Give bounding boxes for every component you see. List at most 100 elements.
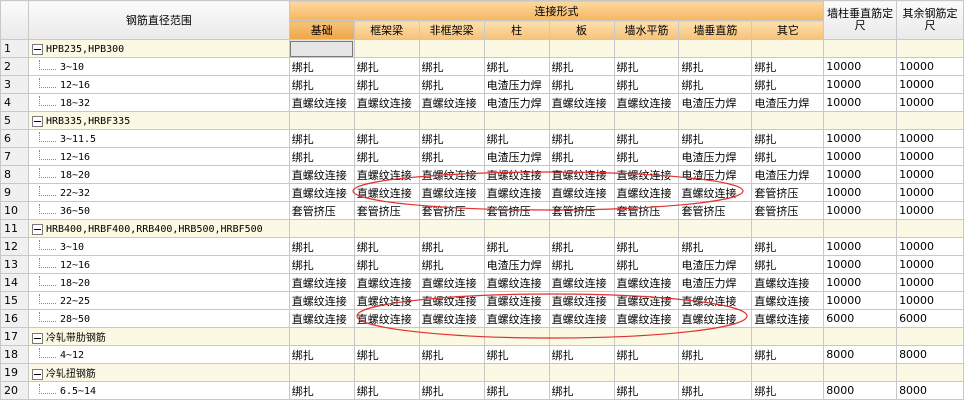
row-number[interactable]: 2: [0, 57, 29, 76]
diameter-range-cell[interactable]: 28~50: [27, 309, 290, 328]
connection-cell[interactable]: [418, 111, 485, 130]
connection-cell[interactable]: [678, 111, 753, 130]
group-row[interactable]: 1 HPB235,HPB300: [0, 39, 964, 58]
connection-cell[interactable]: 电渣压力焊: [483, 93, 550, 112]
connection-cell[interactable]: [288, 111, 355, 130]
connection-cell[interactable]: 套管挤压: [751, 183, 825, 202]
connection-cell[interactable]: 绑扎: [418, 57, 485, 76]
connection-cell[interactable]: 绑扎: [751, 75, 825, 94]
connection-cell[interactable]: 绑扎: [678, 345, 753, 364]
connection-cell[interactable]: 直螺纹连接: [353, 93, 420, 112]
connection-cell[interactable]: 直螺纹连接: [751, 309, 825, 328]
subheader-3[interactable]: 柱: [483, 20, 550, 40]
connection-cell[interactable]: 绑扎: [353, 381, 420, 400]
other-length-cell[interactable]: 10000: [896, 255, 964, 274]
diameter-range-cell[interactable]: HPB235,HPB300: [27, 39, 290, 58]
connection-cell[interactable]: 套管挤压: [288, 201, 355, 220]
connection-cell[interactable]: 绑扎: [548, 345, 615, 364]
row-number[interactable]: 6: [0, 129, 29, 148]
connection-cell[interactable]: [678, 363, 753, 382]
other-length-cell[interactable]: 8000: [896, 345, 964, 364]
connection-cell[interactable]: 直螺纹连接: [288, 309, 355, 328]
connection-cell[interactable]: 电渣压力焊: [751, 93, 825, 112]
row-number[interactable]: 9: [0, 183, 29, 202]
connection-cell[interactable]: 绑扎: [678, 57, 753, 76]
subheader-2[interactable]: 非框架梁: [418, 20, 485, 40]
row-number[interactable]: 15: [0, 291, 29, 310]
subheader-5[interactable]: 墙水平筋: [613, 20, 680, 40]
diameter-range-cell[interactable]: 4~12: [27, 345, 290, 364]
connection-cell[interactable]: 绑扎: [678, 237, 753, 256]
connection-cell[interactable]: 直螺纹连接: [678, 309, 753, 328]
connection-cell[interactable]: 电渣压力焊: [678, 165, 753, 184]
other-length-cell[interactable]: 10000: [896, 201, 964, 220]
connection-cell[interactable]: 直螺纹连接: [613, 273, 680, 292]
connection-cell[interactable]: 绑扎: [613, 75, 680, 94]
wall-column-length-header[interactable]: 墙柱垂直筋定尺: [823, 0, 898, 40]
wall-column-length-cell[interactable]: [823, 39, 898, 58]
diameter-range-cell[interactable]: 12~16: [27, 255, 290, 274]
connection-cell[interactable]: 直螺纹连接: [613, 165, 680, 184]
diameter-range-cell[interactable]: 3~10: [27, 57, 290, 76]
connection-cell[interactable]: [751, 111, 825, 130]
connection-cell[interactable]: 直螺纹连接: [418, 93, 485, 112]
group-row[interactable]: 5 HRB335,HRBF335: [0, 111, 964, 130]
connection-cell[interactable]: 绑扎: [678, 381, 753, 400]
connection-cell[interactable]: [418, 327, 485, 346]
connection-cell[interactable]: 绑扎: [418, 255, 485, 274]
connection-cell[interactable]: [751, 327, 825, 346]
collapse-toggle-icon[interactable]: [31, 332, 43, 344]
diameter-range-cell[interactable]: 6.5~14: [27, 381, 290, 400]
wall-column-length-cell[interactable]: 10000: [823, 57, 898, 76]
table-row[interactable]: 14 18~20 直螺纹连接 直螺纹连接 直螺纹连接 直螺纹连接 直螺纹连接 直螺纹连接 电渣压…: [0, 273, 964, 292]
row-number[interactable]: 10: [0, 201, 29, 220]
connection-cell[interactable]: 套管挤压: [418, 201, 485, 220]
connection-cell[interactable]: 直螺纹连接: [483, 273, 550, 292]
connection-cell[interactable]: [483, 111, 550, 130]
connection-cell[interactable]: [548, 111, 615, 130]
subheader-1[interactable]: 框架梁: [353, 20, 420, 40]
other-length-cell[interactable]: 6000: [896, 309, 964, 328]
connection-cell[interactable]: 直螺纹连接: [613, 291, 680, 310]
connection-cell[interactable]: 直螺纹连接: [418, 273, 485, 292]
connection-cell[interactable]: 绑扎: [353, 237, 420, 256]
connection-cell[interactable]: 绑扎: [483, 57, 550, 76]
connection-cell[interactable]: 绑扎: [548, 75, 615, 94]
connection-cell[interactable]: [751, 363, 825, 382]
diameter-range-cell[interactable]: 22~25: [27, 291, 290, 310]
row-number[interactable]: 17: [0, 327, 29, 346]
row-number[interactable]: 18: [0, 345, 29, 364]
connection-cell[interactable]: 绑扎: [288, 129, 355, 148]
other-length-header[interactable]: 其余钢筋定尺: [896, 0, 964, 40]
diameter-range-cell[interactable]: 18~32: [27, 93, 290, 112]
connection-cell[interactable]: 绑扎: [288, 345, 355, 364]
connection-cell[interactable]: 绑扎: [288, 57, 355, 76]
table-row[interactable]: 15 22~25 直螺纹连接 直螺纹连接 直螺纹连接 直螺纹连接 直螺纹连接 直螺纹连接 直螺纹…: [0, 291, 964, 310]
diameter-range-cell[interactable]: 冷轧扭钢筋: [27, 363, 290, 382]
other-length-cell[interactable]: 10000: [896, 93, 964, 112]
other-length-cell[interactable]: 10000: [896, 291, 964, 310]
table-row[interactable]: 7 12~16 绑扎 绑扎 绑扎 电渣压力焊 绑扎 绑扎 电渣压力焊 绑扎 10000 10000: [0, 147, 964, 166]
connection-cell[interactable]: [483, 219, 550, 238]
connection-cell[interactable]: [353, 327, 420, 346]
wall-column-length-cell[interactable]: 10000: [823, 237, 898, 256]
other-length-cell[interactable]: 10000: [896, 165, 964, 184]
wall-column-length-cell[interactable]: 10000: [823, 291, 898, 310]
other-length-cell[interactable]: [896, 327, 964, 346]
connection-cell[interactable]: [483, 39, 550, 58]
wall-column-length-cell[interactable]: 10000: [823, 93, 898, 112]
connection-cell[interactable]: 电渣压力焊: [678, 93, 753, 112]
diameter-range-cell[interactable]: 22~32: [27, 183, 290, 202]
connection-cell[interactable]: 绑扎: [418, 129, 485, 148]
diameter-range-cell[interactable]: 12~16: [27, 147, 290, 166]
connection-cell[interactable]: [751, 219, 825, 238]
connection-cell[interactable]: [548, 363, 615, 382]
table-row[interactable]: 9 22~32 直螺纹连接 直螺纹连接 直螺纹连接 直螺纹连接 直螺纹连接 直螺纹连接 直螺纹连…: [0, 183, 964, 202]
connection-cell[interactable]: [288, 363, 355, 382]
other-length-cell[interactable]: 10000: [896, 129, 964, 148]
connection-cell[interactable]: [418, 219, 485, 238]
row-number[interactable]: 12: [0, 237, 29, 256]
connection-cell[interactable]: 绑扎: [548, 57, 615, 76]
connection-cell[interactable]: 绑扎: [418, 75, 485, 94]
connection-cell[interactable]: 绑扎: [751, 147, 825, 166]
